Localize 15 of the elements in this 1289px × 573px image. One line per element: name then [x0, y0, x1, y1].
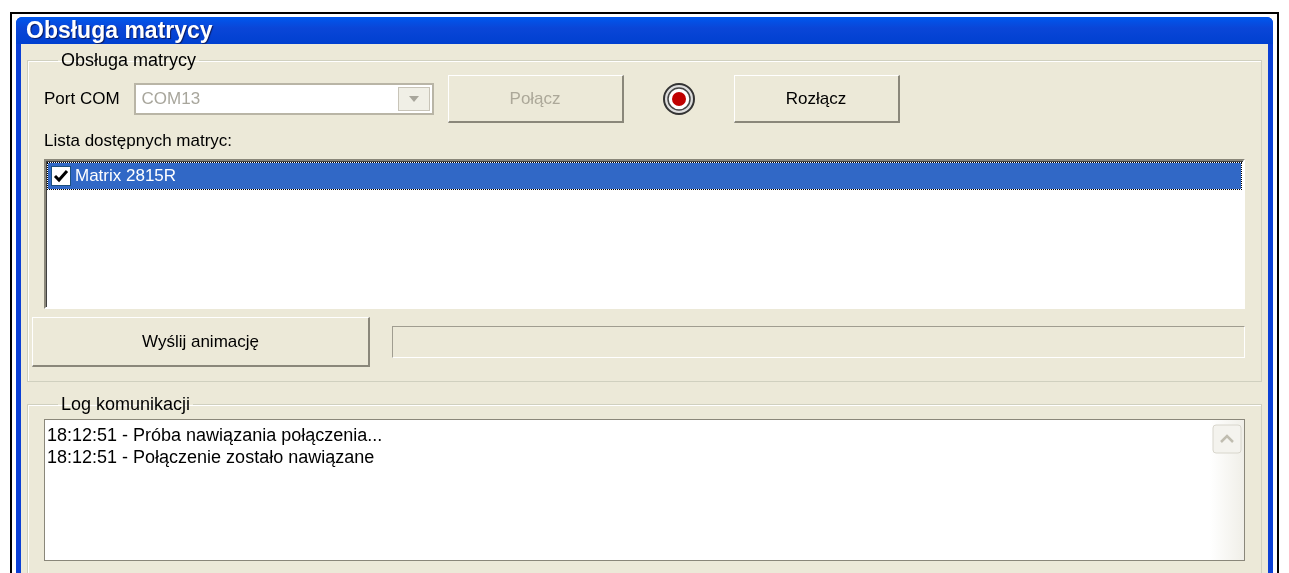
log-line: 18:12:51 - Próba nawiązania połączenia...	[47, 424, 384, 446]
scroll-up-icon[interactable]	[1212, 424, 1242, 454]
log-line: 18:12:51 - Połączenie zostało nawiązane	[47, 446, 376, 468]
group-title: Log komunikacji	[60, 394, 192, 415]
port-label: Port COM	[44, 89, 120, 109]
matrix-name: Matrix 2815R	[75, 166, 177, 186]
group-title: Obsługa matrycy	[60, 50, 198, 71]
disconnect-button[interactable]: Rozłącz	[733, 75, 900, 123]
matrix-list-item[interactable]: Matrix 2815R	[48, 163, 1241, 189]
log-text-area[interactable]: 18:12:51 - Próba nawiązania połączenia... 18:12:51 - Połączenie zostało nawiązane	[44, 419, 1245, 561]
scrollbar[interactable]	[1210, 420, 1244, 560]
send-animation-button[interactable]: Wyślij animację	[32, 317, 370, 367]
checkbox[interactable]	[51, 166, 71, 186]
window-title: Obsługa matrycy	[26, 17, 213, 44]
list-label: Lista dostępnych matryc:	[44, 131, 234, 151]
